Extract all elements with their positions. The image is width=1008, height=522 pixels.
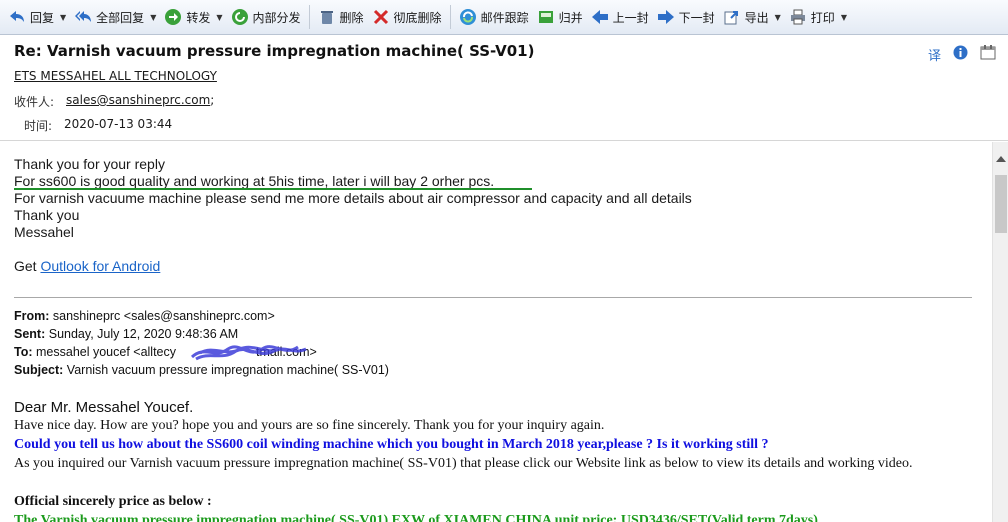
quoted-from-value: sanshineprc <sales@sanshineprc.com> <box>52 309 275 323</box>
internal-forward-icon <box>231 8 249 26</box>
export-icon <box>723 8 741 26</box>
delete-permanent-button[interactable]: 彻底删除 <box>368 4 446 30</box>
archive-label: 归并 <box>558 10 583 25</box>
arrow-left-icon <box>591 8 609 26</box>
internal-forward-button[interactable]: 内部分发 <box>227 4 305 30</box>
quoted-subject-value: Varnish vacuum pressure impregnation mac… <box>66 363 389 377</box>
refresh-icon <box>459 8 477 26</box>
signature-line: Get Outlook for Android <box>14 258 160 274</box>
paragraph-3: As you inquired our Varnish vacuum press… <box>14 456 913 471</box>
reply-line-1: Thank you for your reply <box>14 156 165 172</box>
greeting: Dear Mr. Messahel Youcef. <box>14 399 194 416</box>
scroll-up-icon[interactable] <box>996 156 1006 162</box>
reply-line-5: Messahel <box>14 224 74 240</box>
chevron-down-icon[interactable]: ▼ <box>216 13 222 22</box>
track-label: 邮件跟踪 <box>480 10 529 25</box>
reply-line-2: For ss600 is good quality and working at… <box>14 173 495 189</box>
recipient-email[interactable]: sales@sanshineprc.com <box>66 93 210 107</box>
reply-all-label: 全部回复 <box>96 10 145 25</box>
quoted-to-label: To: <box>14 345 33 359</box>
archive-icon <box>537 8 555 26</box>
track-button[interactable]: 邮件跟踪 <box>455 4 533 30</box>
sender-name[interactable]: ETS MESSAHEL ALL TECHNOLOGY <box>14 69 217 83</box>
chevron-down-icon[interactable]: ▼ <box>841 13 847 22</box>
toolbar: 回复 ▼ 全部回复 ▼ 转发 ▼ 内部分发 删除 彻底删除 邮件跟踪 归并 上一… <box>0 0 1008 35</box>
printer-icon <box>789 8 807 26</box>
export-button[interactable]: 导出 ▼ <box>719 4 785 30</box>
delete-label: 删除 <box>339 10 364 25</box>
reply-all-button[interactable]: 全部回复 ▼ <box>70 4 160 30</box>
to-value: sales@sanshineprc.com; <box>66 93 214 107</box>
calendar-icon[interactable] <box>980 44 996 64</box>
reply-line-3: For varnish vacuume machine please send … <box>14 190 692 206</box>
message-header: Re: Varnish vacuum pressure impregnation… <box>0 36 1008 141</box>
message-subject: Re: Varnish vacuum pressure impregnation… <box>14 42 535 60</box>
to-label: 收件人: <box>14 95 55 109</box>
toolbar-separator <box>308 5 310 29</box>
time-label: 时间: <box>24 119 53 133</box>
translate-icon[interactable]: 译 <box>928 45 941 64</box>
next-label: 下一封 <box>678 10 715 25</box>
prev-label: 上一封 <box>612 10 649 25</box>
quoted-subject: Subject: Varnish vacuum pressure impregn… <box>14 363 389 377</box>
forward-icon <box>164 8 182 26</box>
redaction-scribble <box>190 345 307 361</box>
toolbar-separator <box>449 5 451 29</box>
reply-label: 回复 <box>30 10 55 25</box>
delete-button[interactable]: 删除 <box>314 4 368 30</box>
paragraph-1: Have nice day. How are you? hope you and… <box>14 418 605 433</box>
quoted-to-value: messahel youcef <alltecy <box>36 345 177 359</box>
arrow-right-icon <box>657 8 675 26</box>
outlook-android-link[interactable]: Outlook for Android <box>40 258 160 274</box>
archive-button[interactable]: 归并 <box>533 4 587 30</box>
price-heading: Official sincerely price as below : <box>14 494 212 509</box>
reply-all-icon <box>74 8 92 26</box>
paragraph-2: Could you tell us how about the SS600 co… <box>14 437 769 452</box>
print-button[interactable]: 打印 ▼ <box>785 4 851 30</box>
reply-icon <box>8 8 26 26</box>
reply-button[interactable]: 回复 ▼ <box>4 4 70 30</box>
scroll-thumb[interactable] <box>995 175 1007 233</box>
quoted-subject-label: Subject: <box>14 363 64 377</box>
trash-icon <box>318 8 336 26</box>
info-icon[interactable] <box>953 45 968 64</box>
export-label: 导出 <box>744 10 769 25</box>
message-body: Thank you for your reply For ss600 is go… <box>0 142 992 522</box>
close-x-icon <box>372 8 390 26</box>
chevron-down-icon[interactable]: ▼ <box>150 13 156 22</box>
print-label: 打印 <box>810 10 835 25</box>
price-line: The Varnish vacuum pressure impregnation… <box>14 513 818 522</box>
quoted-sent-label: Sent: <box>14 327 46 341</box>
forward-label: 转发 <box>186 10 211 25</box>
forward-button[interactable]: 转发 ▼ <box>160 4 226 30</box>
quoted-from-label: From: <box>14 309 50 323</box>
time-value: 2020-07-13 03:44 <box>64 117 173 131</box>
prev-button[interactable]: 上一封 <box>587 4 653 30</box>
next-button[interactable]: 下一封 <box>653 4 719 30</box>
header-icons: 译 <box>928 44 996 64</box>
quote-divider <box>14 297 972 298</box>
reply-line-4: Thank you <box>14 207 80 223</box>
chevron-down-icon[interactable]: ▼ <box>60 13 66 22</box>
signature-get: Get <box>14 258 37 274</box>
delete-permanent-label: 彻底删除 <box>393 10 442 25</box>
internal-forward-label: 内部分发 <box>252 10 301 25</box>
recipient-separator: ; <box>210 93 215 107</box>
vertical-scrollbar[interactable] <box>992 142 1008 522</box>
chevron-down-icon[interactable]: ▼ <box>775 13 781 22</box>
quoted-from: From: sanshineprc <sales@sanshineprc.com… <box>14 309 275 323</box>
